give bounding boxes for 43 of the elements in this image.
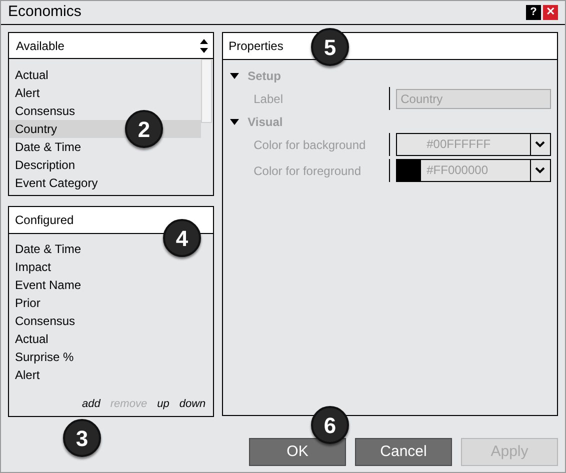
section-title: Setup: [248, 68, 281, 85]
list-item[interactable]: Actual: [9, 330, 213, 348]
action-link[interactable]: down: [179, 396, 206, 412]
dialog-button[interactable]: OK: [249, 438, 346, 466]
section-title: Visual: [248, 114, 283, 131]
action-link[interactable]: up: [157, 396, 170, 412]
window-title: Economics: [8, 2, 82, 22]
panel-title: Available: [16, 38, 66, 54]
action-link[interactable]: add: [82, 396, 100, 412]
callout-badge: 6: [311, 406, 349, 444]
list-item[interactable]: Alert: [15, 86, 40, 100]
list-item[interactable]: Prior: [9, 294, 213, 312]
list-item[interactable]: Surprise %: [9, 348, 213, 366]
list-item[interactable]: Country: [15, 122, 58, 136]
callout-badge: 4: [163, 219, 201, 257]
callout-badge: 2: [125, 110, 163, 148]
triangle-down-icon[interactable]: [230, 119, 239, 125]
list-item[interactable]: Impact: [9, 258, 213, 276]
list-item[interactable]: Alert: [9, 366, 213, 384]
list-item[interactable]: Event Name: [9, 276, 213, 294]
chevron-down-icon: [535, 167, 546, 174]
sort-arrows-icon[interactable]: [198, 36, 209, 54]
dialog-button[interactable]: Cancel: [355, 438, 452, 466]
property-label: Label: [254, 92, 283, 106]
list-item[interactable]: Description: [15, 158, 76, 172]
list-item[interactable]: Date & Time: [15, 140, 82, 154]
help-button[interactable]: ?: [526, 5, 541, 20]
panel-title: Properties: [228, 38, 284, 55]
chevron-down-icon: [535, 141, 546, 148]
panel-title: Configured: [15, 212, 74, 229]
list-item[interactable]: Actual: [15, 68, 48, 82]
scrollbar[interactable]: [200, 59, 212, 123]
property-label: Color for background: [254, 138, 366, 152]
color-value: #00FFFFFF: [426, 136, 492, 153]
triangle-down-icon[interactable]: [230, 73, 239, 79]
callout-badge: 5: [311, 28, 349, 66]
property-label: Color for foreground: [254, 164, 362, 178]
list-item[interactable]: Consensus: [15, 104, 76, 118]
list-item[interactable]: Consensus: [9, 312, 213, 330]
close-button[interactable]: ✕: [543, 5, 558, 20]
list-item[interactable]: Event Category: [15, 176, 98, 190]
callout-badge: 3: [63, 419, 101, 457]
color-value: #FF000000: [426, 162, 490, 179]
